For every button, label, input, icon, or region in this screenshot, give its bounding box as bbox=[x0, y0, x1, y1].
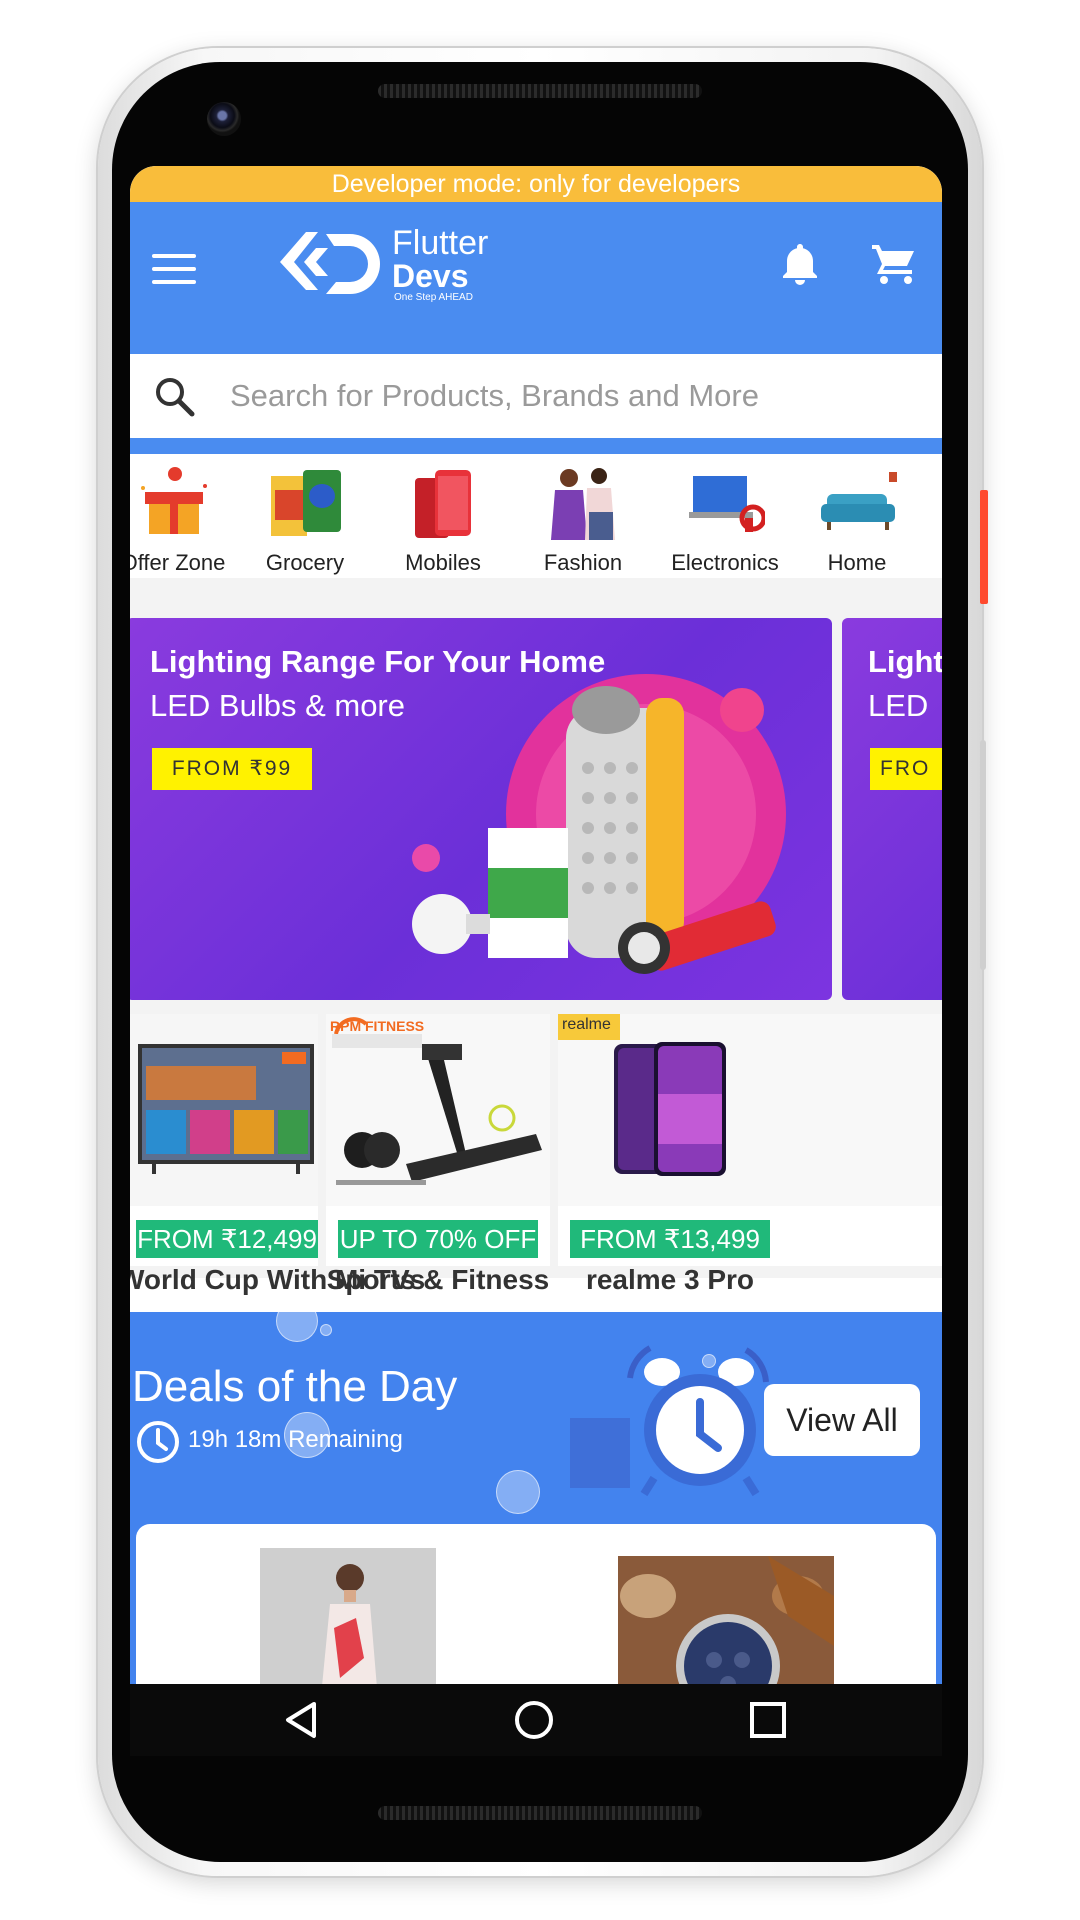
banner-subtitle: LED Bulbs & more bbox=[150, 688, 405, 723]
banner-peek-title: Light bbox=[868, 644, 942, 679]
electronics-icon bbox=[689, 476, 765, 532]
promo-card-mi-tv[interactable]: FROM ₹12,499 World Cup With Mi TVs bbox=[130, 1014, 425, 1295]
power-button bbox=[980, 490, 988, 604]
rpm-fitness-brand: RPM FITNESS bbox=[330, 1018, 425, 1034]
category-label: Electronics bbox=[671, 550, 779, 575]
banner-title: Lighting Range For Your Home bbox=[150, 644, 606, 679]
bottom-speaker bbox=[378, 1806, 702, 1820]
bell-icon[interactable] bbox=[780, 242, 820, 286]
volume-button bbox=[980, 740, 986, 970]
logo-text-devs: Devs bbox=[392, 258, 469, 294]
banner-price-button[interactable]: FROM ₹99 bbox=[152, 748, 312, 790]
category-row: Offer Zone Grocery Mobiles Fashion Elect… bbox=[130, 458, 942, 576]
back-icon[interactable] bbox=[280, 1698, 324, 1742]
deals-title: Deals of the Day bbox=[132, 1362, 458, 1411]
fashion-icon bbox=[551, 468, 615, 540]
decorative-bubble bbox=[320, 1324, 332, 1336]
mobile-phone-icon bbox=[415, 470, 471, 538]
category-electronics[interactable]: Electronics bbox=[660, 458, 790, 576]
cart-icon[interactable] bbox=[870, 242, 918, 286]
category-fashion[interactable]: Fashion bbox=[518, 458, 648, 576]
search-bar[interactable]: Search for Products, Brands and More bbox=[130, 354, 942, 438]
category-mobiles[interactable]: Mobiles bbox=[378, 458, 508, 576]
treadmill-image bbox=[326, 1014, 550, 1206]
category-label: Offer Zone bbox=[130, 550, 226, 575]
promo-tag: FROM ₹12,499 bbox=[136, 1220, 318, 1258]
search-input[interactable]: Search for Products, Brands and More bbox=[230, 378, 759, 414]
app-bar: Flutter Devs One Step AHEAD bbox=[130, 202, 942, 354]
category-label: Fashion bbox=[543, 550, 623, 575]
clock-icon bbox=[137, 1421, 179, 1463]
category-label: Mobiles bbox=[405, 550, 481, 575]
sofa-icon bbox=[821, 472, 897, 530]
android-navigation-bar bbox=[130, 1684, 942, 1756]
home-icon[interactable] bbox=[512, 1698, 556, 1742]
banner-peek-button[interactable]: FRO bbox=[870, 748, 942, 790]
promo-title: Sports & Fitness bbox=[326, 1264, 550, 1295]
promo-card-sports[interactable]: UP TO 70% OFF Sports & Fitness bbox=[326, 1014, 550, 1295]
logo-tagline: One Step AHEAD bbox=[394, 292, 473, 303]
developer-mode-banner: Developer mode: only for developers bbox=[130, 166, 942, 202]
gift-icon bbox=[141, 467, 207, 534]
front-camera bbox=[207, 102, 241, 136]
earpiece-speaker bbox=[378, 84, 702, 98]
realme-phone-image bbox=[558, 1014, 942, 1206]
deals-remaining-time: 19h 18m Remaining bbox=[188, 1426, 403, 1453]
promo-tag: UP TO 70% OFF bbox=[338, 1220, 538, 1258]
promo-banner-next[interactable]: Light LED FRO bbox=[842, 618, 942, 1000]
category-label: Grocery bbox=[265, 550, 345, 575]
header-bottom-strip bbox=[130, 438, 942, 454]
promo-tag: FROM ₹13,499 bbox=[570, 1220, 770, 1258]
promo-card-realme[interactable]: realme FROM ₹13,499 realme 3 Pro bbox=[558, 1014, 942, 1295]
decorative-bubble bbox=[496, 1470, 540, 1514]
recent-apps-icon[interactable] bbox=[746, 1698, 790, 1742]
alarm-clock-icon bbox=[570, 1345, 769, 1497]
banner-peek-subtitle: LED bbox=[868, 688, 929, 723]
realme-brand-label: realme bbox=[562, 1016, 611, 1033]
search-icon bbox=[156, 378, 195, 417]
category-offer-zone[interactable]: Offer Zone bbox=[130, 458, 238, 576]
view-all-button[interactable]: View All bbox=[764, 1384, 920, 1456]
category-home[interactable]: Home bbox=[792, 458, 922, 576]
menu-icon[interactable] bbox=[152, 254, 196, 284]
promo-title: World Cup With Mi TVs bbox=[130, 1264, 426, 1295]
grocery-icon bbox=[271, 470, 341, 536]
promo-banner-lighting[interactable]: Lighting Range For Your Home LED Bulbs &… bbox=[130, 618, 832, 1000]
category-label: Home bbox=[827, 550, 887, 575]
tv-image bbox=[130, 1014, 318, 1206]
decorative-bubble bbox=[276, 1312, 318, 1342]
app-screen: Developer mode: only for developers Flut… bbox=[130, 166, 942, 1756]
category-grocery[interactable]: Grocery bbox=[240, 458, 370, 576]
promo-title: realme 3 Pro bbox=[585, 1264, 755, 1295]
flutterdevs-logo-icon bbox=[280, 232, 380, 294]
